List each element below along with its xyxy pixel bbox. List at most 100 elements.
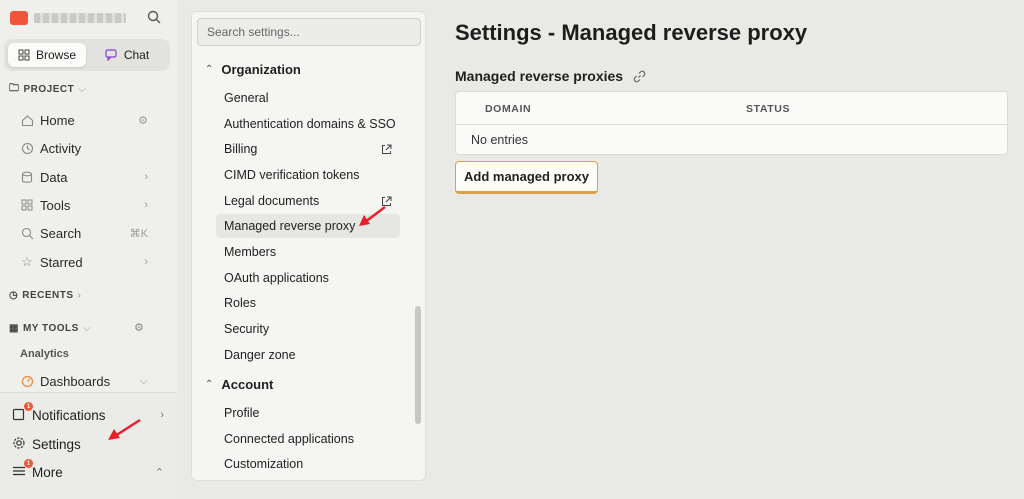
chevron-down-icon: ⌵ [78,83,87,95]
chat-tab[interactable]: Chat [88,43,166,67]
scrollbar-thumb[interactable] [415,306,421,424]
recents-section-header[interactable]: ◷ RECENTS › [9,288,81,302]
settings-item-oauth-applications[interactable]: OAuth applications [216,266,400,290]
search-icon [20,226,34,240]
settings-item-general[interactable]: General [216,86,400,110]
link-icon[interactable] [633,70,646,83]
settings-item-label: Customization [224,457,304,471]
sidebar-item-label: Data [40,169,68,185]
gauge-icon [20,374,34,388]
proxies-table: DOMAIN STATUS No entries [455,91,1008,155]
gear-icon[interactable]: ⚙ [134,321,144,334]
settings-item-label: Billing [224,142,258,156]
workspace-logo [10,11,28,25]
settings-item-connected-applications[interactable]: Connected applications [216,427,400,451]
settings-group-account[interactable]: ⌃ Account [205,374,273,394]
sidebar-item-tools[interactable]: Tools › [20,194,148,216]
sidebar-item-label: Dashboards [40,373,111,389]
settings-item-label: Members [224,245,277,259]
search-icon[interactable] [146,9,162,25]
settings-item-roles[interactable]: Roles [216,291,400,315]
annotation-arrow-icon [108,418,141,440]
settings-item-label: Managed reverse proxy [224,219,356,233]
home-icon [20,113,34,127]
settings-item-danger-zone[interactable]: Danger zone [216,343,400,367]
more-button[interactable]: 1 More ⌃ [12,459,164,483]
chevron-up-icon: ⌃ [205,378,214,390]
sidebar-item-label: Home [40,112,75,128]
settings-item-label: Security [224,322,270,336]
chevron-right-icon: › [160,409,164,421]
workspace-name-redacted [34,13,126,23]
analytics-group-label: Analytics [20,348,69,360]
table-header: DOMAIN STATUS [456,92,1007,125]
gear-icon[interactable]: ⚙ [138,114,148,127]
app-sidebar: Browse Chat 🗀 PROJECT ⌵ Home ⚙ Activity … [0,0,177,499]
sidebar-item-home[interactable]: Home ⚙ [20,109,148,131]
chevron-up-icon: ⌃ [205,63,214,75]
sidebar-item-dashboards[interactable]: Dashboards ⌵ [20,370,148,392]
sidebar-item-label: Starred [40,254,83,270]
chevron-up-icon: ⌃ [154,466,164,479]
chat-tab-label: Chat [123,48,150,62]
settings-item-security[interactable]: Security [216,317,400,341]
shortcut-hint: ⌘K [129,227,148,240]
page-title: Settings - Managed reverse proxy [455,20,808,45]
column-header-domain[interactable]: DOMAIN [485,103,531,115]
clock-icon: ◷ [9,289,19,301]
settings-nav-panel: ⌃ Organization General Authentication do… [191,11,426,481]
settings-item-auth-domains[interactable]: Authentication domains & SSO [216,112,400,136]
chevron-right-icon: › [144,171,148,183]
project-section-header[interactable]: 🗀 PROJECT ⌵ [9,82,86,96]
chevron-down-icon: ⌵ [139,374,148,387]
chevron-down-icon: ⌵ [82,322,91,334]
add-managed-proxy-button[interactable]: Add managed proxy [455,161,598,194]
sidebar-item-data[interactable]: Data › [20,166,148,188]
star-icon: ☆ [21,254,33,269]
settings-item-cimd-tokens[interactable]: CIMD verification tokens [216,163,400,187]
settings-item-label: Legal documents [224,194,320,208]
mytools-section-label: MY TOOLS [22,322,79,334]
browse-tab-label: Browse [35,48,76,62]
settings-group-label: Account [221,376,274,392]
folder-icon: 🗀 [9,82,20,94]
section-title-text: Managed reverse proxies [455,68,624,84]
more-label: More [32,464,63,480]
settings-item-label: Authentication domains & SSO [224,117,396,131]
settings-search-input[interactable] [197,18,421,46]
mode-switcher: Browse Chat [4,39,170,71]
settings-item-label: Danger zone [224,348,296,362]
settings-label: Settings [32,436,81,452]
external-link-icon [382,144,392,154]
sidebar-item-search[interactable]: Search ⌘K [20,222,148,244]
table-empty-state: No entries [471,133,528,147]
settings-item-customization[interactable]: Customization [216,452,400,476]
annotation-arrow-icon [359,206,386,226]
browse-tab[interactable]: Browse [8,43,86,67]
sidebar-item-starred[interactable]: ☆ Starred › [20,251,148,273]
grid-icon [18,49,30,61]
settings-item-members[interactable]: Members [216,240,400,264]
notifications-label: Notifications [32,407,106,423]
settings-item-label: Profile [224,406,260,420]
settings-item-billing[interactable]: Billing [216,137,400,161]
database-icon [20,170,34,184]
sidebar-footer: 1 Notifications › Settings 1 More ⌃ [0,392,177,499]
settings-group-label: Organization [221,61,301,77]
settings-item-label: General [224,91,269,105]
settings-group-organization[interactable]: ⌃ Organization [205,59,301,79]
sidebar-item-label: Search [40,225,82,241]
chevron-right-icon: › [144,256,148,268]
settings-item-profile[interactable]: Profile [216,401,400,425]
chat-icon [105,49,117,61]
settings-item-label: Connected applications [224,432,354,446]
mytools-section-header[interactable]: ▦ MY TOOLS ⌵ [9,321,91,335]
column-header-status[interactable]: STATUS [746,103,790,115]
settings-item-label: CIMD verification tokens [224,168,360,182]
sidebar-item-label: Tools [40,197,71,213]
workspace-switcher[interactable] [10,9,126,27]
sidebar-item-activity[interactable]: Activity [20,137,148,159]
recents-section-label: RECENTS [22,289,74,301]
settings-item-label: OAuth applications [224,271,329,285]
tools-grid-icon [20,198,34,212]
